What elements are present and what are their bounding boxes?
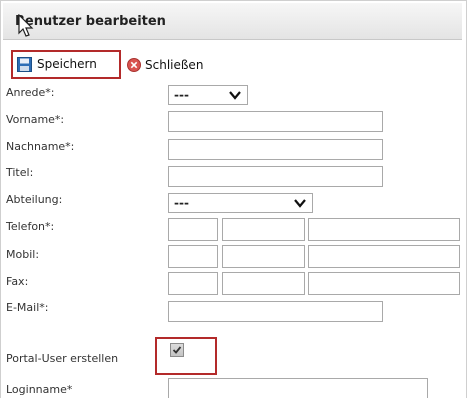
close-button[interactable]: Schließen [127, 55, 203, 75]
mobil-area-input[interactable] [222, 245, 305, 268]
email-input[interactable] [168, 301, 383, 322]
nachname-input[interactable] [168, 139, 383, 160]
close-icon [127, 58, 141, 72]
mobil-number-input[interactable] [308, 245, 460, 268]
loginname-input[interactable] [168, 378, 428, 399]
telefon-country-input[interactable] [168, 218, 218, 241]
fax-area-input[interactable] [222, 272, 305, 295]
loginname-label: Loginname* [6, 383, 73, 396]
fax-label: Fax: [6, 275, 29, 288]
fax-country-input[interactable] [168, 272, 218, 295]
nachname-label: Nachname*: [6, 140, 75, 153]
chevron-down-icon [229, 91, 241, 100]
save-highlight-box [11, 50, 121, 79]
titel-label: Titel: [6, 166, 34, 179]
mouse-cursor-icon [18, 14, 34, 37]
titel-input[interactable] [168, 166, 383, 187]
telefon-area-input[interactable] [222, 218, 305, 241]
chevron-down-icon [294, 199, 306, 208]
mobil-label: Mobil: [6, 248, 40, 261]
portal-user-label: Portal-User erstellen [6, 352, 119, 365]
telefon-label: Telefon*: [6, 220, 55, 233]
close-label: Schließen [145, 58, 204, 72]
telefon-number-input[interactable] [308, 218, 460, 241]
vorname-input[interactable] [168, 111, 383, 132]
checkbox-highlight-box [155, 337, 217, 375]
abteilung-label: Abteilung: [6, 193, 63, 206]
vorname-label: Vorname*: [6, 113, 65, 126]
abteilung-select-value: --- [174, 196, 189, 210]
mobil-country-input[interactable] [168, 245, 218, 268]
dialog-title: Benutzer bearbeiten [15, 14, 166, 29]
abteilung-select[interactable]: --- [168, 193, 313, 213]
anrede-select[interactable]: --- [168, 85, 248, 105]
bottom-edge [0, 398, 467, 403]
dialog-titlebar: Benutzer bearbeiten [3, 3, 462, 40]
email-label: E-Mail*: [6, 301, 49, 314]
anrede-label: Anrede*: [6, 86, 55, 99]
anrede-select-value: --- [174, 88, 189, 102]
fax-number-input[interactable] [308, 272, 460, 295]
